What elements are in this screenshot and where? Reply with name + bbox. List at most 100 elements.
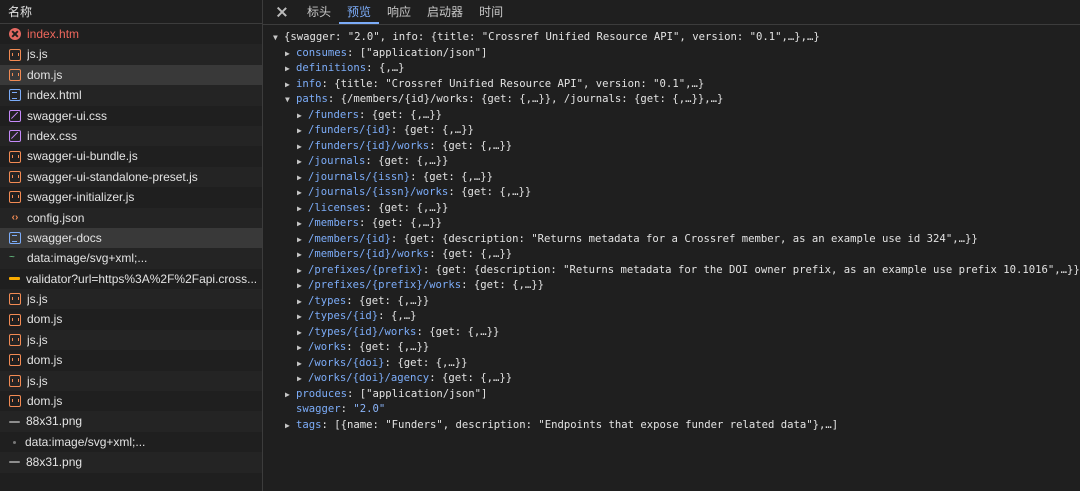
js-file-icon xyxy=(9,150,21,163)
collapsed-triangle-icon[interactable]: ▶ xyxy=(297,216,308,232)
tree-node[interactable]: ▶/works/{doi}: {get: {,…}} xyxy=(263,356,1080,372)
request-name: dom.js xyxy=(27,312,63,327)
document-icon xyxy=(9,89,21,102)
expanded-triangle-icon[interactable]: ▼ xyxy=(273,30,284,46)
collapsed-triangle-icon[interactable]: ▶ xyxy=(297,139,308,155)
collapsed-triangle-icon[interactable]: ▶ xyxy=(285,387,296,403)
tree-node[interactable]: ▶ definitions: {,…} xyxy=(263,61,1080,77)
tab-2[interactable]: 响应 xyxy=(379,0,419,24)
tree-node[interactable]: ▶ info: {title: "Crossref Unified Resourc… xyxy=(263,77,1080,93)
request-row[interactable]: dom.js xyxy=(0,391,262,411)
tree-node[interactable]: ▶/funders/{id}/works: {get: {,…}} xyxy=(263,139,1080,155)
tree-node[interactable]: ▼ paths: {/members/{id}/works: {get: {,…}… xyxy=(263,92,1080,108)
devtools-network-panel: 名称 index.htm js.js dom.js index.html swagger… xyxy=(0,0,1080,491)
request-row[interactable]: swagger-ui-standalone-preset.js xyxy=(0,166,262,188)
request-row[interactable]: 88x31.png xyxy=(0,452,262,473)
collapsed-triangle-icon[interactable]: ▶ xyxy=(297,108,308,124)
tree-node[interactable]: ▶/funders: {get: {,…}} xyxy=(263,108,1080,124)
request-row[interactable]: index.htm xyxy=(0,24,262,44)
tree-separator: : xyxy=(359,217,372,229)
collapsed-triangle-icon[interactable]: ▶ xyxy=(297,170,308,186)
tree-node[interactable]: ▶ consumes: ["application/json"] xyxy=(263,46,1080,62)
request-name: 88x31.png xyxy=(26,455,83,470)
tree-node[interactable]: swagger: "2.0" xyxy=(263,402,1080,418)
request-row[interactable]: dom.js xyxy=(0,309,262,329)
collapsed-triangle-icon[interactable]: ▶ xyxy=(297,232,308,248)
request-row[interactable]: 88x31.png xyxy=(0,411,262,432)
collapsed-triangle-icon[interactable]: ▶ xyxy=(285,418,296,434)
request-row[interactable]: js.js xyxy=(0,370,262,392)
tree-key: /works/{doi}/agency xyxy=(308,372,430,384)
name-column-header[interactable]: 名称 xyxy=(0,0,262,24)
js-file-icon xyxy=(9,395,21,408)
tree-node[interactable]: ▶/journals/{issn}: {get: {,…}} xyxy=(263,170,1080,186)
request-row[interactable]: validator?url=https%3A%2F%2Fapi.cross... xyxy=(0,269,262,289)
collapsed-triangle-icon[interactable]: ▶ xyxy=(297,278,308,294)
collapsed-triangle-icon[interactable]: ▶ xyxy=(297,201,308,217)
collapsed-triangle-icon[interactable]: ▶ xyxy=(297,154,308,170)
request-row[interactable]: index.css xyxy=(0,125,262,147)
tab-4[interactable]: 时间 xyxy=(471,0,511,24)
tree-node[interactable]: ▶ tags: [{name: "Funders", description: "… xyxy=(263,418,1080,434)
close-icon[interactable] xyxy=(273,0,291,24)
tree-separator: : xyxy=(461,279,474,291)
request-row[interactable]: swagger-initializer.js xyxy=(0,187,262,207)
collapsed-triangle-icon[interactable]: ▶ xyxy=(297,263,308,279)
tab-3[interactable]: 启动器 xyxy=(419,0,471,24)
tree-node[interactable]: ▶/prefixes/{prefix}: {get: {description:… xyxy=(263,263,1080,279)
tree-node[interactable]: ▶/licenses: {get: {,…}} xyxy=(263,201,1080,217)
tree-node[interactable]: ▶/works: {get: {,…}} xyxy=(263,340,1080,356)
collapsed-triangle-icon[interactable]: ▶ xyxy=(285,77,296,93)
collapsed-triangle-icon[interactable]: ▶ xyxy=(297,294,308,310)
request-name: swagger-ui.css xyxy=(27,108,108,123)
request-row[interactable]: ‹› config.json xyxy=(0,207,262,228)
tree-key: consumes xyxy=(296,46,348,59)
tree-node[interactable]: ▶/types: {get: {,…}} xyxy=(263,294,1080,310)
request-row[interactable]: ~ data:image/svg+xml;... xyxy=(0,248,262,269)
tab-1[interactable]: 预览 xyxy=(339,0,380,24)
request-row[interactable]: js.js xyxy=(0,289,262,310)
request-row[interactable]: swagger-docs xyxy=(0,227,262,249)
collapsed-triangle-icon[interactable]: ▶ xyxy=(297,185,308,201)
tree-node[interactable]: ▶/journals: {get: {,…}} xyxy=(263,154,1080,170)
tree-separator: : xyxy=(327,93,341,105)
request-row[interactable]: swagger-ui.css xyxy=(0,106,262,126)
tree-node[interactable]: ▼ {swagger: "2.0", info: {title: "Crossre… xyxy=(263,30,1080,46)
collapsed-triangle-icon[interactable]: ▶ xyxy=(297,356,308,372)
tree-node[interactable]: ▶ produces: ["application/json"] xyxy=(263,387,1080,403)
request-name: js.js xyxy=(27,292,48,307)
request-row[interactable]: js.js xyxy=(0,44,262,65)
request-row[interactable]: swagger-ui-bundle.js xyxy=(0,146,262,166)
tree-key: /funders xyxy=(308,108,360,121)
tree-node[interactable]: ▶/members: {get: {,…}} xyxy=(263,216,1080,232)
tree-node[interactable]: ▶/prefixes/{prefix}/works: {get: {,…}} xyxy=(263,278,1080,294)
tree-node[interactable]: ▶/journals/{issn}/works: {get: {,…}} xyxy=(263,185,1080,201)
request-name: swagger-ui-bundle.js xyxy=(27,149,138,164)
request-row[interactable]: data:image/svg+xml;... xyxy=(0,432,262,452)
tree-node[interactable]: ▶/types/{id}/works: {get: {,…}} xyxy=(263,325,1080,341)
request-name: data:image/svg+xml;... xyxy=(25,434,146,449)
tree-node[interactable]: ▶/members/{id}/works: {get: {,…}} xyxy=(263,247,1080,263)
tree-node[interactable]: ▶/works/{doi}/agency: {get: {,…}} xyxy=(263,371,1080,387)
tree-node[interactable]: ▶/funders/{id}: {get: {,…}} xyxy=(263,123,1080,139)
tab-0[interactable]: 标头 xyxy=(299,0,339,24)
collapsed-triangle-icon[interactable]: ▶ xyxy=(297,371,308,387)
request-row[interactable]: dom.js xyxy=(0,350,262,370)
collapsed-triangle-icon[interactable]: ▶ xyxy=(297,325,308,341)
tree-key: /members/{id}/works xyxy=(308,248,430,260)
request-row[interactable]: dom.js xyxy=(0,64,262,86)
request-row[interactable]: js.js xyxy=(0,329,262,351)
tree-node[interactable]: ▶/types/{id}: {,…} xyxy=(263,309,1080,325)
collapsed-triangle-icon[interactable]: ▶ xyxy=(297,123,308,139)
request-row[interactable]: index.html xyxy=(0,85,262,106)
collapsed-triangle-icon[interactable]: ▶ xyxy=(297,247,308,263)
expanded-triangle-icon[interactable]: ▼ xyxy=(285,92,296,108)
detail-panel: 标头 预览 响应 启动器 时间 ▼ {swagger: "2.0", info: {tit… xyxy=(263,0,1080,491)
collapsed-triangle-icon[interactable]: ▶ xyxy=(297,309,308,325)
collapsed-triangle-icon[interactable]: ▶ xyxy=(297,340,308,356)
tree-value: {get: {,…}} xyxy=(461,186,532,198)
collapsed-triangle-icon[interactable]: ▶ xyxy=(285,46,296,62)
css-file-icon xyxy=(9,109,21,122)
collapsed-triangle-icon[interactable]: ▶ xyxy=(285,61,296,77)
tree-node[interactable]: ▶/members/{id}: {get: {description: "Ret… xyxy=(263,232,1080,248)
